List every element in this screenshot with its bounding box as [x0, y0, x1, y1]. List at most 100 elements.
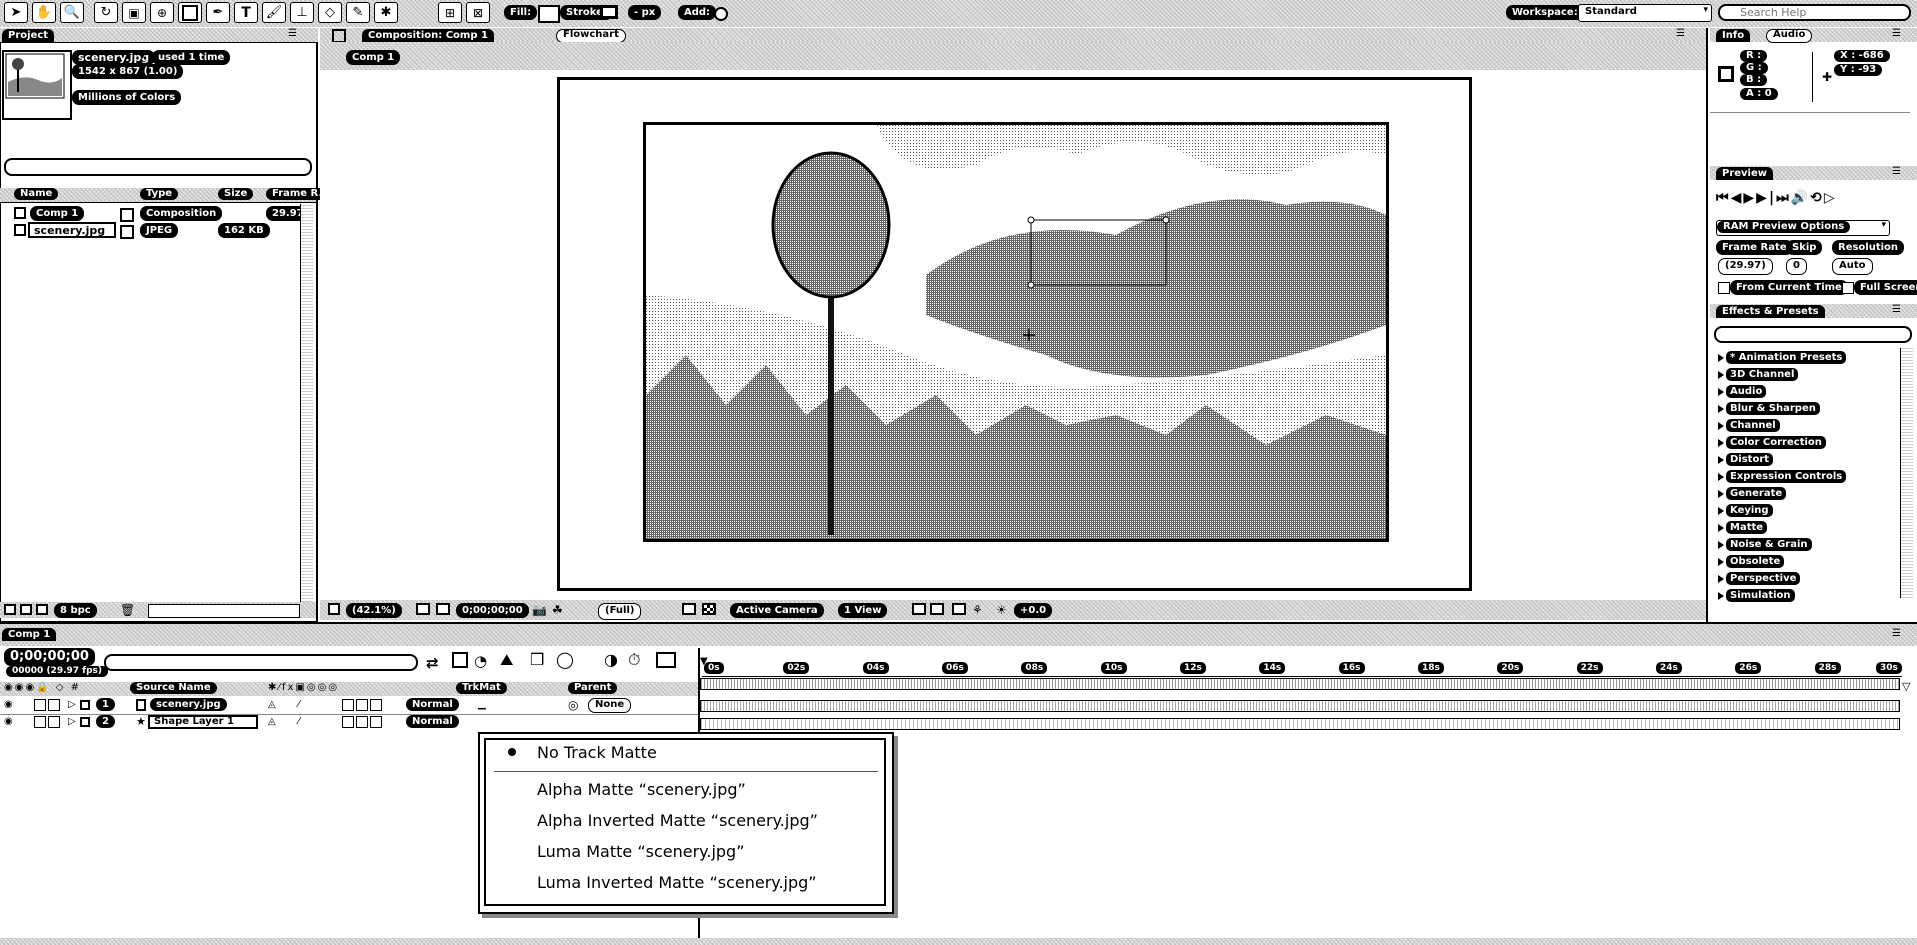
snapshot-icon[interactable]: 📷 [532, 603, 547, 617]
effect-category[interactable]: Matte [1718, 520, 1768, 535]
world-axis-mode[interactable]: ⊠ [466, 2, 490, 23]
rectangle-tool[interactable] [178, 2, 202, 23]
effect-category[interactable]: Obsolete [1718, 554, 1785, 569]
effect-category[interactable]: 3D Channel [1718, 367, 1799, 382]
ram-preview-select[interactable]: RAM Preview Options ▾ [1716, 220, 1890, 236]
effect-category[interactable]: Noise & Grain [1718, 537, 1812, 552]
layer-parent-select[interactable]: None [588, 698, 632, 713]
graph-editor-icon[interactable] [656, 652, 676, 668]
flowchart-icon[interactable]: ⚘ [972, 603, 983, 617]
label-color-swatch[interactable] [120, 225, 134, 239]
roto-brush-tool[interactable]: ✎ [346, 2, 370, 23]
comp-name-button[interactable]: Comp 1 [346, 50, 401, 65]
effects-scrollbar[interactable] [1900, 348, 1913, 598]
mask-visibility-icon[interactable] [436, 603, 450, 615]
column-type[interactable]: Type [140, 188, 179, 200]
show-channel-icon[interactable]: ☘ [552, 603, 563, 617]
timeline-tab[interactable]: Comp 1 [2, 628, 57, 641]
play-icon[interactable]: ▶ [1743, 190, 1756, 206]
local-axis-mode[interactable]: ⊞ [438, 2, 462, 23]
panel-menu-icon[interactable]: ☰ [1892, 628, 1901, 639]
comp-mini-flowchart-icon[interactable]: ⇄ [426, 654, 439, 672]
parent-header[interactable]: Parent [568, 682, 618, 694]
source-name-header[interactable]: Source Name [130, 682, 217, 694]
motion-blur-icon[interactable]: ◯ [556, 650, 574, 669]
project-hscroll[interactable] [148, 604, 300, 618]
effect-category[interactable]: Expression Controls [1718, 469, 1847, 484]
switch-box-icon[interactable] [342, 699, 354, 711]
add-circle-icon[interactable] [714, 7, 728, 21]
solo-icon[interactable] [34, 716, 46, 728]
panel-menu-icon[interactable]: ☰ [288, 28, 297, 39]
skip-select[interactable]: 0 [1786, 258, 1807, 275]
composition-tab[interactable]: Composition: Comp 1 [362, 29, 494, 42]
active-camera-select[interactable]: Active Camera [730, 603, 824, 618]
label-color-swatch[interactable] [80, 700, 90, 710]
magnification-select[interactable]: (42.1%) [346, 603, 402, 618]
switch-box-icon[interactable] [356, 716, 368, 728]
effect-category[interactable]: Channel [1718, 418, 1780, 433]
stopwatch-icon[interactable]: ⏱ [628, 650, 640, 670]
solo-icon[interactable] [34, 699, 46, 711]
panel-menu-icon[interactable]: ☰ [1676, 28, 1685, 39]
workspace-select[interactable]: Standard ▾ [1578, 4, 1712, 22]
layer-mode-select[interactable]: Normal [406, 698, 459, 711]
effect-category[interactable]: Keying [1718, 503, 1773, 518]
loop-icon[interactable]: ⟲ [1810, 190, 1824, 206]
eraser-tool[interactable]: ◇ [318, 2, 342, 23]
project-row[interactable]: scenery.jpg JPEG 162 KB [0, 222, 310, 240]
next-frame-icon[interactable]: ▶| [1756, 190, 1776, 206]
new-comp-icon[interactable] [36, 604, 48, 615]
live-update-icon[interactable] [452, 652, 468, 668]
pixel-aspect-icon[interactable] [912, 603, 926, 615]
rotate-tool[interactable]: ↻ [94, 2, 118, 23]
selection-tool[interactable]: ➤ [4, 2, 28, 23]
label-color-swatch[interactable] [80, 717, 90, 727]
effect-category[interactable]: * Animation Presets [1718, 350, 1847, 365]
menu-item-alpha-matte[interactable]: Alpha Matte “scenery.jpg” [537, 780, 746, 799]
text-tool[interactable]: T [234, 2, 258, 23]
title-safe-icon[interactable] [416, 603, 430, 615]
panel-menu-icon[interactable]: ☰ [1892, 28, 1901, 39]
fill-swatch[interactable] [538, 5, 560, 23]
hand-tool[interactable]: ✋ [32, 2, 56, 23]
effects-search[interactable] [1714, 326, 1912, 343]
stroke-width[interactable]: - px [628, 5, 662, 20]
audio-tab[interactable]: Audio [1766, 29, 1813, 43]
pan-behind-tool[interactable]: ⊕ [150, 2, 174, 23]
parent-pickwhip-icon[interactable]: ◎ [568, 698, 578, 712]
bit-depth[interactable]: 8 bpc [54, 603, 97, 618]
layer-row-1[interactable]: ◉ ▷ 1 scenery.jpg ◬ ⁄ Normal ▁ ◎ None [0, 698, 698, 715]
panel-menu-icon[interactable]: ☰ [1892, 166, 1901, 177]
column-size[interactable]: Size [218, 188, 254, 200]
fast-previews-icon[interactable] [930, 603, 944, 615]
search-help-input[interactable] [1718, 4, 1911, 21]
stroke-swatch[interactable] [600, 5, 618, 19]
effect-category[interactable]: Color Correction [1718, 435, 1826, 450]
switch-box-icon[interactable] [356, 699, 368, 711]
video-eye-icon[interactable]: ◉ [4, 716, 13, 727]
project-search-input[interactable] [4, 158, 312, 176]
timeline-timecode[interactable]: 0;00;00;00 [4, 648, 95, 666]
interpret-footage-icon[interactable] [4, 604, 16, 615]
clone-stamp-tool[interactable]: ⊥ [290, 2, 314, 23]
zoom-tool[interactable]: 🔍 [60, 2, 84, 23]
effect-category[interactable]: Generate [1718, 486, 1787, 501]
menu-item-no-track-matte[interactable]: No Track Matte [537, 743, 657, 762]
resolution-select[interactable]: Auto [1832, 258, 1873, 275]
trkmat-select[interactable]: ▁ [478, 699, 486, 710]
video-eye-icon[interactable]: ◉ [4, 699, 13, 710]
from-current-checkbox[interactable] [1718, 282, 1730, 294]
trash-icon[interactable]: 🗑 [120, 603, 135, 617]
current-time[interactable]: 0;00;00;00 [456, 603, 529, 618]
shy-switch-icon[interactable]: ◬ [268, 699, 276, 710]
draft-3d-icon[interactable]: ◔ [474, 652, 487, 670]
menu-item-alpha-inverted-matte[interactable]: Alpha Inverted Matte “scenery.jpg” [537, 811, 818, 830]
project-tab[interactable]: Project [2, 29, 55, 42]
audio-icon[interactable]: 🔊 [1791, 190, 1810, 206]
preview-tab[interactable]: Preview [1716, 167, 1774, 180]
quality-switch-icon[interactable]: ⁄ [298, 699, 300, 710]
camera-tool[interactable]: ▣ [122, 2, 146, 23]
transparency-grid-icon[interactable] [702, 603, 716, 615]
shy-switch-icon[interactable]: ◬ [268, 716, 276, 727]
